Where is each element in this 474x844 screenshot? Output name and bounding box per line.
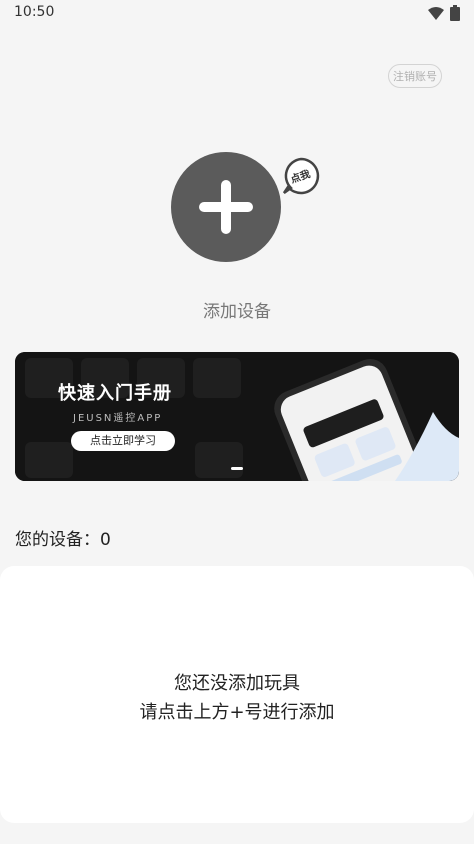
logout-button[interactable]: 注销账号 [388, 64, 442, 88]
empty-state-title: 您还没添加玩具 [174, 673, 300, 694]
devices-count-label: 您的设备：0 [15, 530, 111, 550]
carousel-indicator [231, 467, 243, 470]
battery-icon [450, 5, 460, 25]
add-device-button[interactable] [171, 152, 281, 262]
wifi-icon [428, 6, 444, 25]
add-device-label: 添加设备 [203, 302, 271, 322]
device-list-card: 您还没添加玩具 请点击上方+号进行添加 [0, 566, 474, 823]
tap-me-badge: 点我 [282, 157, 320, 195]
empty-state-hint: 请点击上方+号进行添加 [139, 702, 335, 723]
status-time: 10:50 [14, 4, 55, 20]
quickstart-banner[interactable]: 快速入门手册 JEUSN遥控APP 点击立即学习 [15, 352, 459, 481]
plus-icon [199, 180, 253, 234]
banner-cta-button[interactable]: 点击立即学习 [71, 431, 175, 451]
status-bar: 10:50 [0, 0, 474, 26]
banner-title: 快速入门手册 [58, 383, 172, 404]
banner-subtitle: JEUSN遥控APP [73, 413, 163, 424]
status-icons [428, 5, 460, 25]
